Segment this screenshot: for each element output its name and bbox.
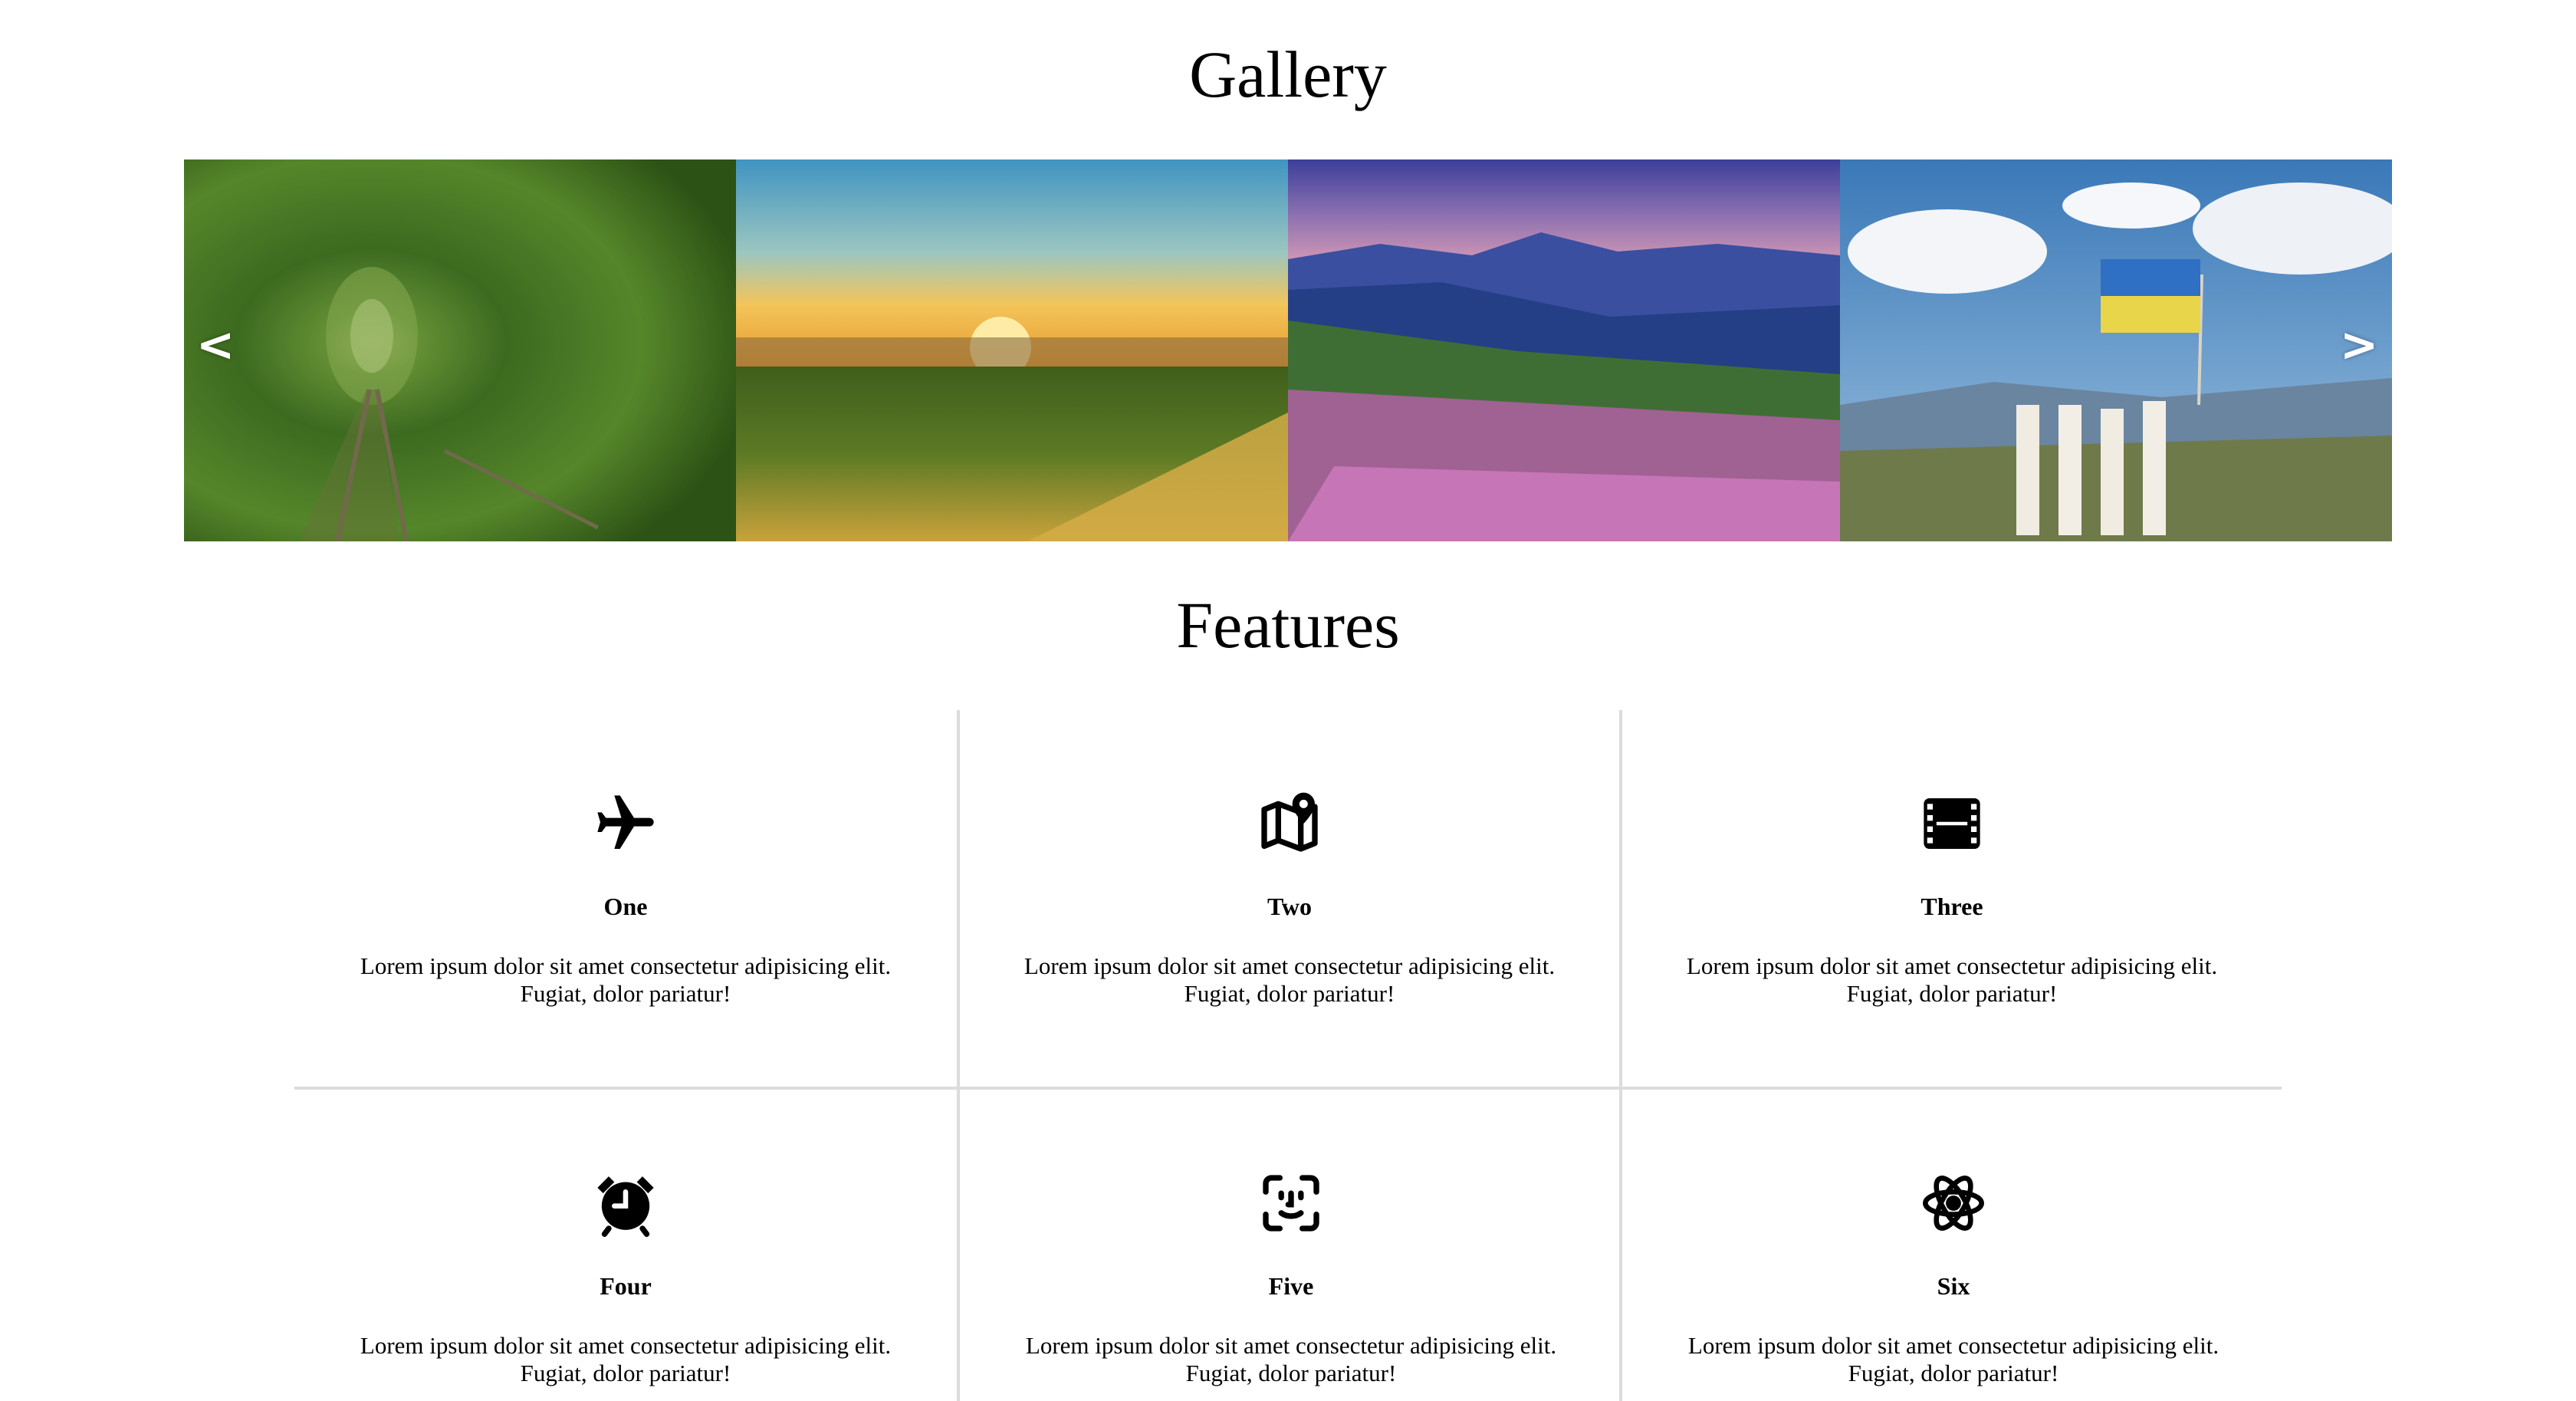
page: Gallery < > Features One Lorem ipsum dol… xyxy=(0,0,2576,1401)
feature-text: Lorem ipsum dolor sit amet consectetur a… xyxy=(360,952,892,1007)
feature-text: Lorem ipsum dolor sit amet consectetur a… xyxy=(1687,1332,2220,1386)
carousel-prev-button[interactable]: < xyxy=(196,322,235,368)
feature-title: Four xyxy=(600,1272,652,1300)
alarm-clock-icon xyxy=(592,1169,659,1237)
feature-title: Six xyxy=(1937,1272,1970,1300)
feature-title: Five xyxy=(1268,1272,1314,1300)
feature-text: Lorem ipsum dolor sit amet consectetur a… xyxy=(1024,952,1556,1007)
sunflower-field-photo[interactable] xyxy=(736,160,1288,541)
atom-icon xyxy=(1920,1169,1987,1237)
feature-card-five: Five Lorem ipsum dolor sit amet consecte… xyxy=(957,1090,1622,1401)
feature-card-one: One Lorem ipsum dolor sit amet consectet… xyxy=(294,710,957,1090)
face-scan-icon xyxy=(1257,1169,1325,1237)
map-pin-icon xyxy=(1256,790,1323,857)
feature-title: Two xyxy=(1267,893,1313,920)
film-icon xyxy=(1918,790,1986,857)
feature-text: Lorem ipsum dolor sit amet consectetur a… xyxy=(1686,952,2218,1007)
tunnel-of-love-photo[interactable] xyxy=(184,160,736,541)
people-with-flag-photo[interactable] xyxy=(1840,160,2392,541)
feature-card-three: Three Lorem ipsum dolor sit amet consect… xyxy=(1619,710,2282,1090)
carousel-next-button[interactable]: > xyxy=(2340,322,2378,368)
features-title: Features xyxy=(1176,588,1400,662)
feature-title: One xyxy=(603,893,648,920)
feature-text: Lorem ipsum dolor sit amet consectetur a… xyxy=(1025,1332,1557,1386)
features-grid: One Lorem ipsum dolor sit amet consectet… xyxy=(294,710,2282,1401)
feature-card-two: Two Lorem ipsum dolor sit amet consectet… xyxy=(957,710,1619,1090)
mountain-flowers-photo[interactable] xyxy=(1288,160,1840,541)
feature-card-six: Six Lorem ipsum dolor sit amet consectet… xyxy=(1619,1090,2285,1401)
gallery-carousel xyxy=(184,160,2392,541)
feature-title: Three xyxy=(1921,893,1983,920)
airplane-icon xyxy=(592,790,659,857)
gallery-title: Gallery xyxy=(1189,38,1387,111)
feature-text: Lorem ipsum dolor sit amet consectetur a… xyxy=(360,1332,892,1386)
feature-card-four: Four Lorem ipsum dolor sit amet consecte… xyxy=(294,1090,957,1401)
